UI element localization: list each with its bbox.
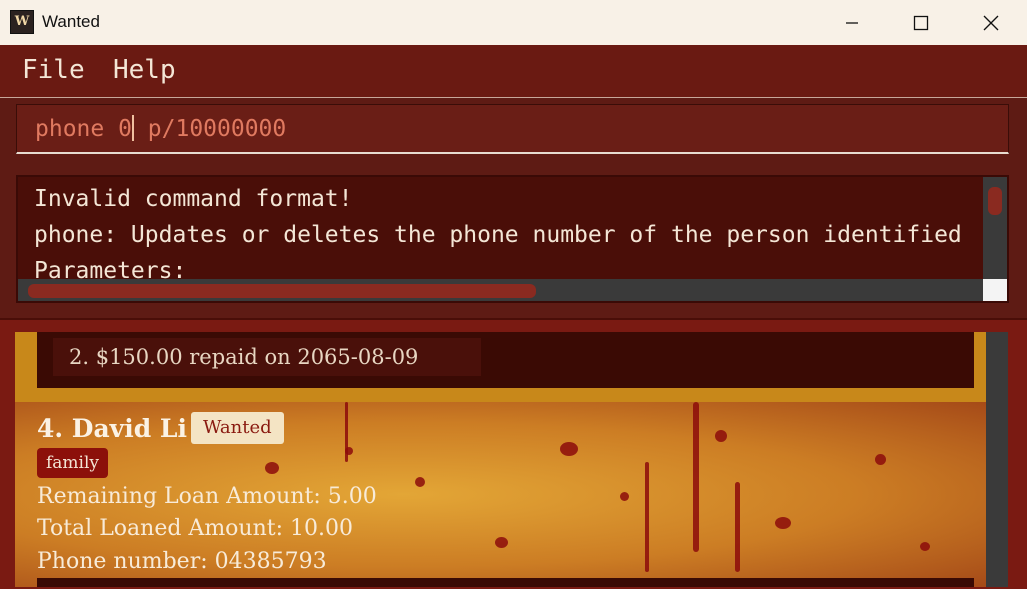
repayment-text: 2. $150.00 repaid on 2065-08-09 xyxy=(69,345,419,369)
result-vertical-scroll-thumb[interactable] xyxy=(988,187,1002,215)
close-button[interactable] xyxy=(956,0,1026,45)
minimize-icon xyxy=(846,21,858,24)
result-display[interactable]: Invalid command format! phone: Updates o… xyxy=(16,175,1009,303)
splatter-decoration xyxy=(620,492,629,501)
repayment-item: 2. $150.00 repaid on 2065-08-09 xyxy=(53,338,481,376)
person-name: 4. David Li xyxy=(37,414,187,443)
total-loaned-amount: Total Loaned Amount: 10.00 xyxy=(37,516,353,541)
result-horizontal-scroll-thumb[interactable] xyxy=(28,284,536,298)
result-line: phone: Updates or deletes the phone numb… xyxy=(34,222,962,248)
drip-decoration xyxy=(693,402,699,552)
menu-help[interactable]: Help xyxy=(113,55,176,85)
close-icon xyxy=(983,15,999,30)
drip-decoration xyxy=(345,402,348,462)
command-text: phone 0 p/10000000 xyxy=(35,115,287,142)
maximize-icon xyxy=(913,15,929,30)
list-vertical-scrollbar[interactable] xyxy=(986,332,1008,587)
splatter-decoration xyxy=(920,542,930,551)
app-logo-icon: W xyxy=(10,10,34,34)
splatter-decoration xyxy=(775,517,791,529)
command-input[interactable]: phone 0 p/10000000 xyxy=(16,104,1009,154)
title-bar: W Wanted xyxy=(0,0,1027,46)
splatter-decoration xyxy=(875,454,886,465)
person-card[interactable]: 4. David Li Wanted family Remaining Loan… xyxy=(15,402,986,587)
result-horizontal-scrollbar[interactable] xyxy=(18,279,985,301)
repayment-list: 2. $150.00 repaid on 2065-08-09 xyxy=(37,332,974,388)
maximize-button[interactable] xyxy=(886,0,956,45)
tag-label: family xyxy=(37,448,109,478)
phone-number: Phone number: 04385793 xyxy=(37,549,327,574)
person-card-previous[interactable]: 2. $150.00 repaid on 2065-08-09 xyxy=(15,332,986,402)
result-vertical-scrollbar[interactable] xyxy=(983,177,1007,279)
scrollbar-corner xyxy=(983,279,1007,301)
splatter-decoration xyxy=(560,442,578,456)
splatter-decoration xyxy=(495,537,508,548)
minimize-button[interactable] xyxy=(817,0,887,45)
menu-bar: File Help xyxy=(0,45,1027,98)
remaining-loan-amount: Remaining Loan Amount: 5.00 xyxy=(37,484,377,509)
menu-file[interactable]: File xyxy=(22,55,85,85)
drip-decoration xyxy=(645,462,649,572)
splatter-decoration xyxy=(265,462,279,474)
drip-decoration xyxy=(735,482,740,572)
splatter-decoration xyxy=(415,477,425,487)
splatter-decoration xyxy=(715,430,727,442)
result-line: Invalid command format! xyxy=(34,186,353,212)
status-badge: Wanted xyxy=(191,412,284,444)
repayment-list xyxy=(37,578,974,587)
window-title: Wanted xyxy=(42,12,100,31)
